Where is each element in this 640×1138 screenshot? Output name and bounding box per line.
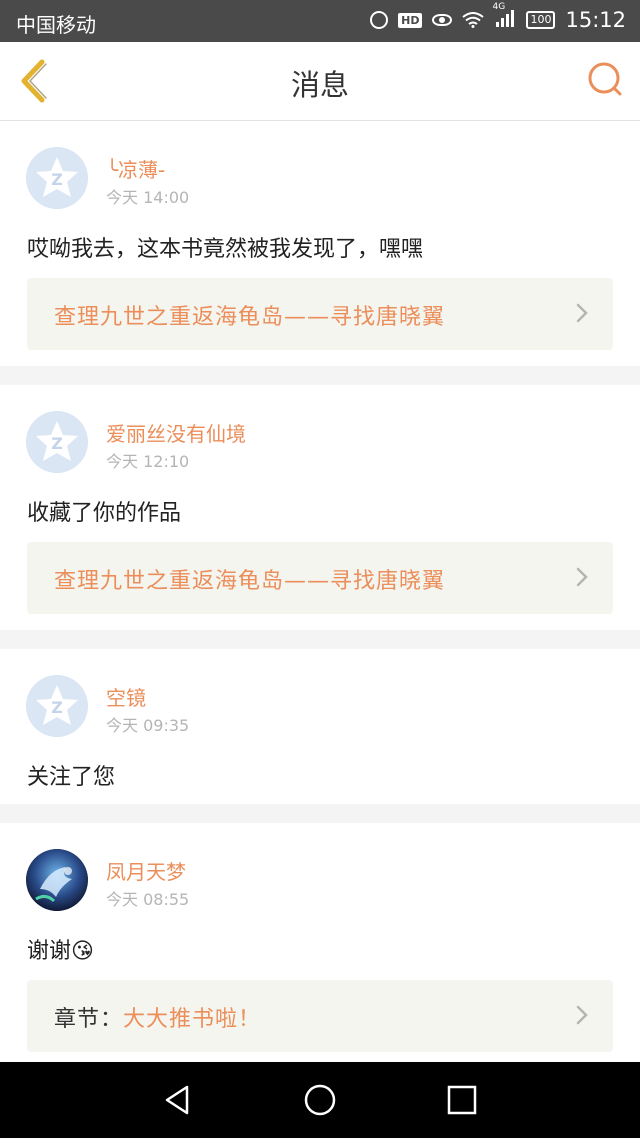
alarm-icon (370, 11, 389, 29)
svg-text:Z: Z (51, 170, 63, 189)
message-card: Z 空镜 今天 09:35 关注了您 (0, 649, 640, 804)
square-recents-icon (447, 1085, 477, 1115)
nav-back-button[interactable] (160, 1082, 196, 1118)
circle-home-icon (304, 1084, 336, 1116)
default-avatar-icon: Z (26, 675, 88, 737)
message-time: 今天 09:35 (106, 716, 190, 735)
wifi-icon (462, 12, 485, 28)
message-time: 今天 08:55 (106, 890, 190, 909)
message-text: 谢谢😘 (27, 933, 94, 965)
chapter-title: 大大推书啦！ (123, 1007, 262, 1032)
eye-icon (432, 14, 453, 26)
book-link[interactable]: 查理九世之重返海龟岛——寻找唐晓翼 (27, 542, 613, 614)
hd-icon: HD (398, 12, 423, 28)
message-time: 今天 14:00 (106, 188, 190, 207)
status-icons: HD 4G 100 15:12 (370, 2, 626, 32)
avatar[interactable] (26, 849, 88, 911)
message-text: 收藏了你的作品 (27, 501, 182, 526)
default-avatar-icon: Z (26, 411, 88, 473)
kiss-emoji-icon: 😘 (71, 939, 94, 964)
message-text: 哎呦我去，这本书竟然被我发现了，嘿嘿 (27, 237, 424, 262)
carrier-name: 中国移动 (16, 13, 96, 37)
search-button[interactable] (586, 60, 626, 100)
chevron-right-icon (576, 567, 588, 587)
chapter-label: 章节： (54, 1007, 124, 1032)
book-title: 查理九世之重返海龟岛——寻找唐晓翼 (54, 569, 446, 594)
nav-recents-button[interactable] (444, 1082, 480, 1118)
message-card: 凤月天梦 今天 08:55 谢谢😘 章节：大大推书啦！ (0, 823, 640, 1062)
battery-icon: 100 (526, 11, 556, 29)
chevron-right-icon (576, 303, 588, 323)
chevron-right-icon (576, 1005, 588, 1025)
system-nav-bar (0, 1062, 640, 1138)
page-title: 消息 (290, 68, 349, 102)
svg-text:Z: Z (51, 434, 63, 453)
message-time: 今天 12:10 (106, 452, 190, 471)
username[interactable]: ╰凉薄- (106, 154, 165, 183)
username[interactable]: 凤月天梦 (106, 856, 186, 885)
book-title: 查理九世之重返海龟岛——寻找唐晓翼 (54, 305, 446, 330)
default-avatar-icon: Z (26, 147, 88, 209)
chapter-link-text: 章节：大大推书啦！ (54, 1001, 261, 1033)
avatar[interactable]: Z (26, 675, 88, 737)
status-bar: 中国移动 HD 4G 100 15:12 (0, 0, 640, 42)
nav-home-button[interactable] (302, 1082, 338, 1118)
cellular-signal: 4G (492, 2, 516, 32)
message-text: 关注了您 (27, 765, 116, 790)
svg-text:Z: Z (51, 698, 63, 717)
network-type: 4G (492, 2, 506, 12)
clock: 15:12 (565, 8, 626, 32)
username[interactable]: 空镜 (106, 682, 146, 711)
user-avatar-image (26, 849, 88, 911)
message-body: 谢谢 (27, 939, 72, 964)
chapter-link[interactable]: 章节：大大推书啦！ (27, 980, 613, 1052)
message-card: Z 爱丽丝没有仙境 今天 12:10 收藏了你的作品 查理九世之重返海龟岛——寻… (0, 385, 640, 630)
message-card: Z ╰凉薄- 今天 14:00 哎呦我去，这本书竟然被我发现了，嘿嘿 查理九世之… (0, 121, 640, 366)
avatar[interactable]: Z (26, 411, 88, 473)
triangle-back-icon (165, 1085, 189, 1115)
header-bar: 消息 (0, 42, 640, 121)
username[interactable]: 爱丽丝没有仙境 (106, 418, 246, 447)
book-link[interactable]: 查理九世之重返海龟岛——寻找唐晓翼 (27, 278, 613, 350)
avatar[interactable]: Z (26, 147, 88, 209)
